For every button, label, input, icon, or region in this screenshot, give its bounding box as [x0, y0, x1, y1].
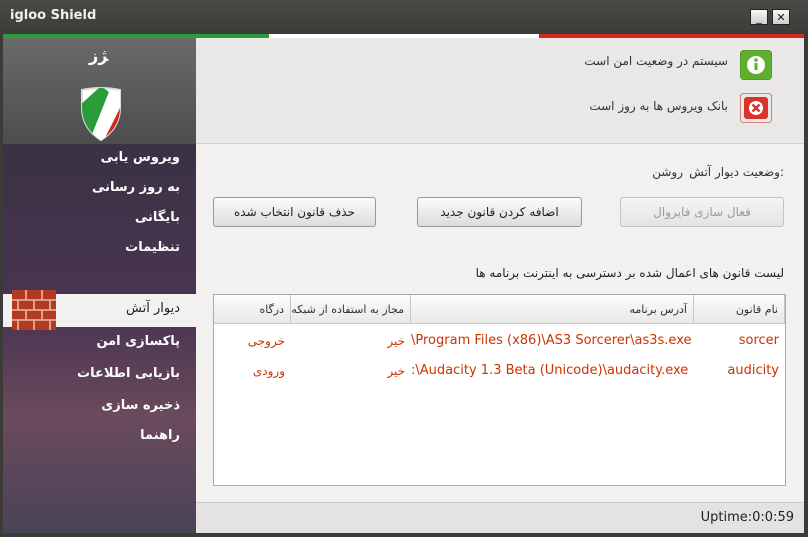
logo-mark: ﮋز: [89, 46, 109, 65]
window-border-left: [0, 34, 3, 537]
rules-list-caption: لیست قانون های اعمال شده بر دسترسی به ای…: [475, 266, 784, 280]
brick-wall-icon: [12, 290, 56, 330]
rule-port-cell: خروجی: [247, 334, 285, 348]
window-border-bottom: [0, 533, 808, 537]
logo-panel: ﮋز: [3, 38, 196, 144]
window-border-right: [804, 34, 808, 537]
sidebar-item-settings[interactable]: تنظیمات: [125, 240, 180, 255]
column-port[interactable]: درگاه: [214, 295, 291, 324]
rule-path-cell: :\Audacity 1.3 Beta (Unicode)\audacity.e…: [411, 363, 689, 378]
virusdb-status-text: بانک ویروس ها به روز است: [589, 99, 728, 113]
firewall-status-label: وضعیت دیوار آتش:: [689, 165, 784, 179]
minimize-button[interactable]: _: [750, 9, 768, 25]
table-row[interactable]: sorcer \Program Files (x86)\AS3 Sorcerer…: [214, 326, 785, 356]
error-icon: [740, 93, 772, 123]
column-program-path[interactable]: آدرس برنامه: [411, 295, 694, 324]
add-rule-button[interactable]: اضافه کردن قانون جدید: [417, 197, 582, 227]
sidebar-item-secure-wipe[interactable]: پاکسازی امن: [96, 334, 180, 349]
title-bar[interactable]: igloo Shield _ ✕: [0, 0, 808, 34]
rule-path-cell: \Program Files (x86)\AS3 Sorcerer\as3s.e…: [411, 333, 692, 348]
column-network-allowed[interactable]: مجاز به استفاده از شبکه: [291, 295, 411, 324]
rule-allowed-cell: خیر: [387, 364, 405, 378]
table-row[interactable]: audicity :\Audacity 1.3 Beta (Unicode)\a…: [214, 356, 785, 386]
sidebar-item-label: دیوار آتش: [126, 301, 180, 316]
system-status-text: سیستم در وضعیت امن است: [584, 54, 728, 68]
sidebar-item-data-recovery[interactable]: بازیابی اطلاعات: [77, 366, 180, 381]
rule-port-cell: ورودی: [252, 364, 285, 378]
status-bar: Uptime:0:0:59: [196, 502, 804, 534]
delete-rule-button[interactable]: حذف قانون انتخاب شده: [213, 197, 376, 227]
window-title: igloo Shield: [10, 8, 97, 23]
sidebar-item-help[interactable]: راهنما: [140, 428, 180, 443]
sidebar-item-storage[interactable]: ذخیره سازی: [101, 398, 180, 413]
sidebar-item-update[interactable]: به روز رسانی: [92, 180, 180, 195]
rules-table[interactable]: نام قانون آدرس برنامه مجاز به استفاده از…: [213, 294, 786, 486]
app-window: igloo Shield _ ✕ ﮋز ویروس یابی به روز رس…: [0, 0, 808, 537]
sidebar-item-virus-scan[interactable]: ویروس یابی: [101, 150, 180, 165]
info-icon: [740, 50, 772, 80]
uptime-text: Uptime:0:0:59: [700, 510, 794, 525]
rule-name-cell: sorcer: [738, 333, 779, 348]
rule-name-cell: audicity: [727, 363, 779, 378]
close-button[interactable]: ✕: [772, 9, 790, 25]
sidebar-item-archive[interactable]: بایگانی: [135, 210, 180, 225]
rule-allowed-cell: خیر: [387, 334, 405, 348]
firewall-status-value: روشن: [652, 165, 683, 179]
shield-flag-icon: [81, 87, 121, 142]
activate-firewall-button[interactable]: فعال سازی فایروال: [620, 197, 784, 227]
column-rule-name[interactable]: نام قانون: [694, 295, 785, 324]
